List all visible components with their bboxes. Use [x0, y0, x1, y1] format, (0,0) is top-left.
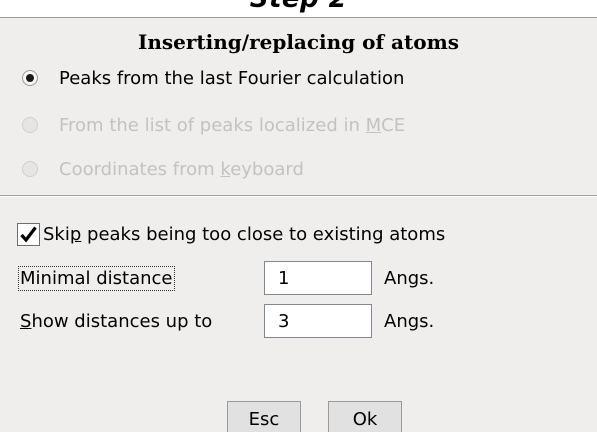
- mnemonic-letter: S: [20, 311, 32, 332]
- skip-close-peaks-label: Skip peaks being too close to existing a…: [43, 223, 446, 245]
- radio-option-mce-peaks: From the list of peaks localized in MCE: [22, 112, 405, 138]
- radio-option-last-fourier[interactable]: Peaks from the last Fourier calculation: [22, 65, 404, 91]
- show-distances-input[interactable]: [264, 304, 372, 338]
- skip-close-peaks-checkbox[interactable]: [17, 222, 40, 246]
- radio-option-keyboard-coordinates: Coordinates from keyboard: [22, 156, 304, 182]
- show-distances-label: Show distances up to: [20, 311, 213, 332]
- minimal-distance-unit: Angs.: [384, 268, 435, 289]
- radio-option-label: Coordinates from keyboard: [59, 158, 304, 180]
- mnemonic-letter: p: [69, 223, 82, 245]
- ok-button[interactable]: Ok: [328, 401, 402, 432]
- insert-atoms-dialog: Inserting/replacing of atoms Peaks from …: [0, 17, 597, 432]
- radio-button-icon[interactable]: [22, 70, 38, 86]
- radio-button-icon: [22, 161, 38, 177]
- radio-option-label: Peaks from the last Fourier calculation: [59, 67, 405, 89]
- step-caption: Step 2: [0, 0, 597, 15]
- skip-close-peaks-checkbox-row[interactable]: Skip peaks being too close to existing a…: [17, 220, 445, 248]
- section-title: Inserting/replacing of atoms: [137, 30, 459, 54]
- screenshot-root: Step 2 Inserting/replacing of atoms Peak…: [0, 0, 597, 432]
- radio-selected-dot-icon: [26, 74, 34, 82]
- checkmark-icon: [20, 226, 37, 243]
- minimal-distance-label: Minimal distance: [18, 266, 175, 291]
- radio-option-label: From the list of peaks localized in MCE: [59, 114, 406, 136]
- mnemonic-letter: k: [220, 158, 231, 180]
- mnemonic-letter: M: [365, 114, 382, 136]
- minimal-distance-input[interactable]: [264, 261, 372, 295]
- radio-button-icon: [22, 117, 38, 133]
- show-distances-unit: Angs.: [384, 311, 435, 332]
- esc-button[interactable]: Esc: [227, 401, 301, 432]
- separator: [0, 195, 597, 197]
